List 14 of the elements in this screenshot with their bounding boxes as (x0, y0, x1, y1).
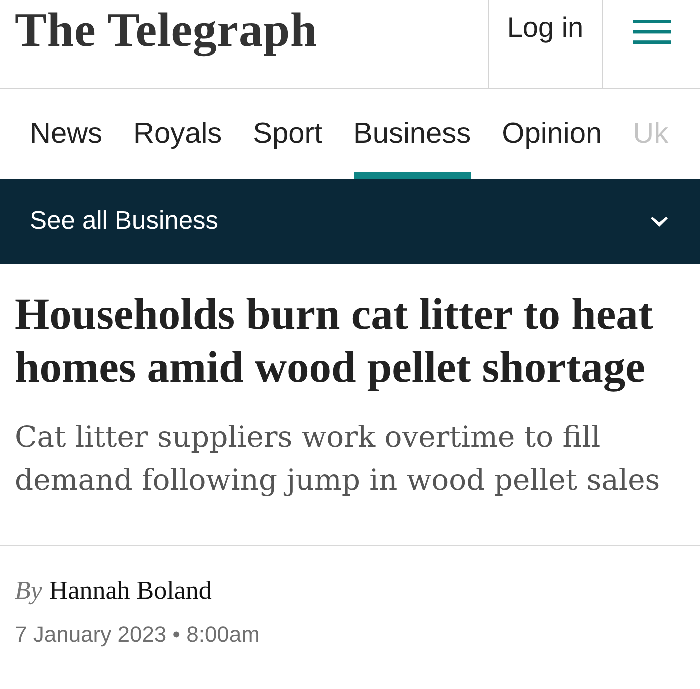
menu-icon (632, 20, 670, 44)
section-dropdown[interactable]: See all Business (0, 179, 700, 264)
byline-prefix: By (15, 576, 42, 606)
chevron-down-icon (651, 216, 668, 226)
headline: Households burn cat litter to heat homes amid wood pellet shortage (15, 288, 654, 394)
nav-tab[interactable]: Opinion (502, 89, 602, 179)
author-link[interactable]: Hannah Boland (49, 576, 212, 606)
site-logo[interactable]: The Telegraph (0, 0, 488, 88)
nav-tab[interactable]: News (30, 89, 103, 179)
publish-date: 7 January 2023 • 8:00am (15, 622, 261, 648)
login-button[interactable]: Log in (488, 0, 602, 88)
standfirst: Cat litter suppliers work overtime to fill demand following jump in wood pellet sales (15, 419, 662, 499)
nav-tab[interactable]: Royals (134, 89, 222, 179)
nav-tab[interactable]: Sport (253, 89, 322, 179)
